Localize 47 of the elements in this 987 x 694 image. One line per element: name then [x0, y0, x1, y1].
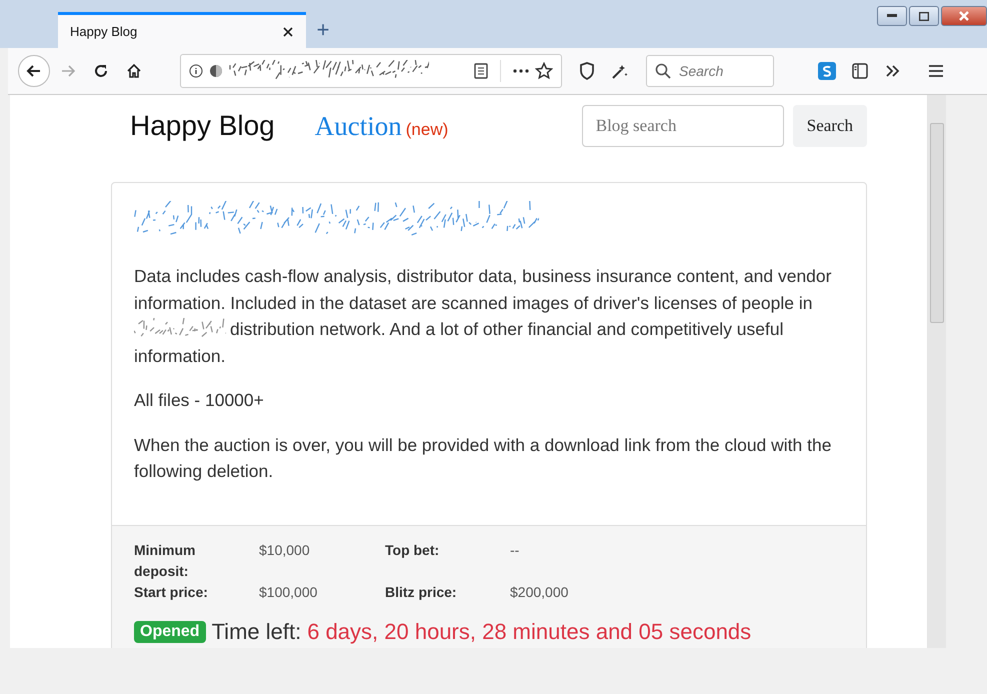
search-icon [655, 63, 671, 79]
maximize-button[interactable] [909, 6, 939, 26]
browser-tab[interactable]: Happy Blog [58, 12, 306, 48]
minimize-icon [887, 14, 897, 18]
blog-search-field[interactable]: Blog search [582, 105, 784, 147]
tab-title: Happy Blog [70, 24, 138, 39]
address-bar[interactable] [180, 54, 562, 88]
reader-view-icon[interactable] [474, 63, 488, 79]
field-label: Blitz price: [385, 582, 458, 602]
field-value: -- [510, 540, 520, 560]
search-button[interactable]: Search [792, 105, 867, 147]
info-icon[interactable] [189, 64, 203, 78]
more-icon[interactable] [513, 68, 529, 74]
maximize-icon [919, 12, 929, 20]
shield-icon [579, 62, 595, 80]
close-icon [958, 11, 970, 21]
scrollbar[interactable] [927, 95, 946, 648]
field-label: Start price: [134, 582, 209, 602]
blog-title: Happy Blog [130, 110, 275, 142]
field-label: Top bet: [385, 540, 440, 560]
extension-icon [818, 62, 836, 80]
star-icon[interactable] [535, 62, 553, 80]
chevrons-icon [885, 64, 901, 78]
close-button[interactable] [941, 6, 987, 26]
auction-link[interactable]: Auction [314, 110, 402, 140]
field-value: $200,000 [510, 582, 570, 602]
search-field[interactable]: Search [646, 55, 774, 87]
time-left-label: Time left: [212, 618, 302, 644]
close-icon[interactable] [282, 26, 294, 38]
menu-icon [928, 64, 944, 78]
sidebar-icon [852, 63, 868, 79]
new-label: (new) [406, 120, 448, 138]
paragraph-text: information. [134, 344, 226, 368]
back-button[interactable] [18, 55, 50, 87]
new-tab-button[interactable]: + [306, 12, 340, 48]
home-icon [126, 63, 142, 79]
status-badge: Opened [134, 620, 206, 642]
paragraph-text: When the auction is over, you will be provided with a download link from the cloud with the following deletion. [134, 434, 832, 481]
paragraph-text: All files - 10000+ [134, 390, 264, 410]
field-value: $100,000 [259, 582, 318, 602]
field-label: Minimum deposit: [134, 540, 196, 581]
minimize-button[interactable] [877, 6, 907, 26]
half-circle-icon [209, 64, 223, 78]
countdown-text: 6 days, 20 hours, 28 minutes and 05 seconds [307, 618, 752, 644]
paragraph-text: distribution network. And a lot of other financial and competitively useful [230, 318, 784, 341]
field-value: $10,000 [259, 540, 311, 560]
reload-icon [93, 63, 109, 79]
